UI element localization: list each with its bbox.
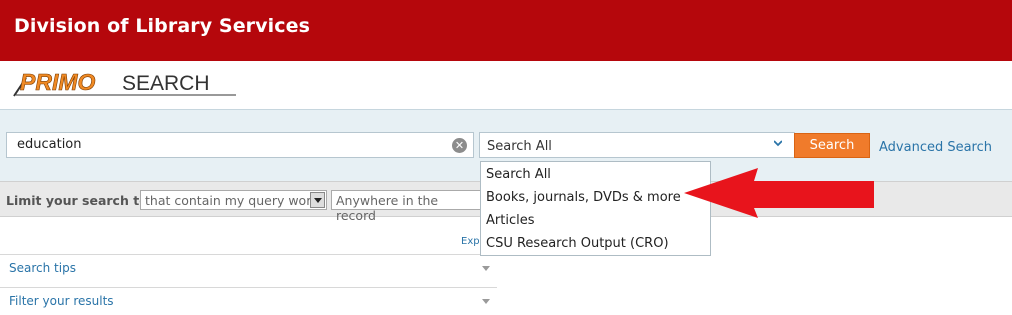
chevron-down-icon — [774, 140, 782, 147]
dropdown-arrow-icon[interactable] — [310, 192, 325, 208]
logo-search-text: SEARCH — [122, 72, 210, 95]
logo-primo-text: PRIMO — [20, 69, 96, 95]
advanced-search-link[interactable]: Advanced Search — [879, 140, 992, 155]
scope-select[interactable]: Search All — [479, 132, 795, 158]
primo-search-logo-icon: PRIMO SEARCH — [13, 69, 236, 97]
site-header: Division of Library Services — [0, 0, 1012, 61]
query-match-select[interactable]: that contain my query words — [140, 190, 327, 210]
search-query-field[interactable]: ✕ — [6, 132, 474, 158]
search-field-select[interactable]: Anywhere in the record — [331, 190, 481, 223]
expand-arrow-icon[interactable] — [482, 299, 490, 304]
scope-option-search-all[interactable]: Search All — [486, 167, 551, 182]
search-button[interactable]: Search — [794, 133, 870, 158]
expand-arrow-icon[interactable] — [482, 266, 490, 271]
scope-option-csu-research-output[interactable]: CSU Research Output (CRO) — [486, 236, 669, 251]
divider — [0, 254, 497, 255]
search-tips-link[interactable]: Search tips — [9, 261, 76, 275]
clear-icon[interactable]: ✕ — [452, 138, 467, 153]
scope-selected-value: Search All — [487, 139, 552, 154]
red-arrow-icon — [676, 166, 876, 220]
limit-label: Limit your search to: — [6, 193, 153, 208]
expand-results-link[interactable]: Exp — [461, 236, 480, 247]
search-input[interactable] — [17, 137, 437, 152]
site-title: Division of Library Services — [14, 15, 311, 37]
query-match-value: that contain my query words — [145, 193, 326, 208]
primo-search-logo[interactable]: PRIMO SEARCH — [10, 66, 240, 102]
divider — [0, 287, 497, 288]
scope-option-books-journals-dvds[interactable]: Books, journals, DVDs & more — [486, 190, 681, 205]
filter-results-link[interactable]: Filter your results — [9, 294, 114, 308]
scope-option-articles[interactable]: Articles — [486, 213, 534, 228]
search-field-value: Anywhere in the record — [336, 193, 439, 223]
